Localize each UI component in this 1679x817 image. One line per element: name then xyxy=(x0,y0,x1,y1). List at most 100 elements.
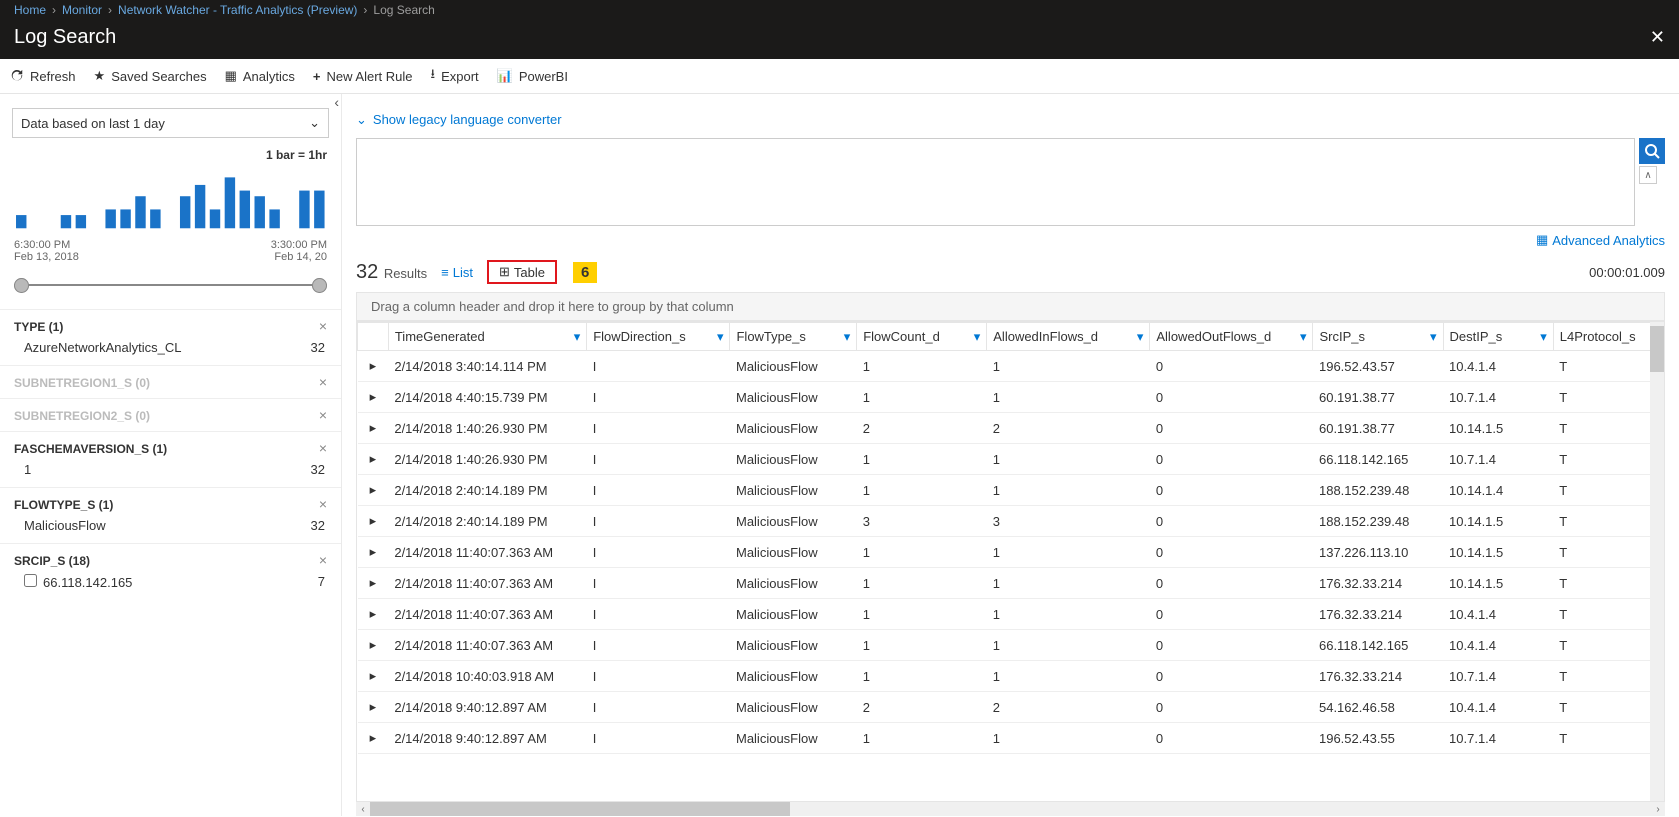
expand-row-icon[interactable]: ▸ xyxy=(358,413,389,444)
cell: 2/14/2018 2:40:14.189 PM xyxy=(388,475,586,506)
table-view-button[interactable]: ⊞ Table xyxy=(487,260,557,284)
legacy-converter-link[interactable]: ⌄ Show legacy language converter xyxy=(342,94,572,138)
table-row[interactable]: ▸2/14/2018 2:40:14.189 PMIMaliciousFlow3… xyxy=(358,506,1664,537)
remove-facet-icon[interactable]: × xyxy=(319,440,327,456)
analytics-button[interactable]: ▦ Analytics xyxy=(225,68,295,84)
filter-icon[interactable]: ▾ xyxy=(974,329,981,345)
crumb-monitor[interactable]: Monitor xyxy=(62,3,102,17)
expand-row-icon[interactable]: ▸ xyxy=(358,661,389,692)
saved-searches-button[interactable]: ★ Saved Searches xyxy=(94,68,207,84)
cell: 3 xyxy=(857,506,987,537)
refresh-button[interactable]: Refresh xyxy=(10,69,76,84)
cell: 1 xyxy=(987,661,1150,692)
facet-item[interactable]: 132 xyxy=(14,456,327,479)
query-input[interactable] xyxy=(356,138,1635,226)
crumb-watcher[interactable]: Network Watcher - Traffic Analytics (Pre… xyxy=(118,3,357,17)
vertical-scrollbar[interactable] xyxy=(1650,322,1664,801)
cell: I xyxy=(587,692,730,723)
filter-icon[interactable]: ▾ xyxy=(574,329,581,345)
cell: 54.162.46.58 xyxy=(1313,692,1443,723)
table-row[interactable]: ▸2/14/2018 11:40:07.363 AMIMaliciousFlow… xyxy=(358,537,1664,568)
filter-icon[interactable]: ▾ xyxy=(1300,329,1307,345)
facet-item[interactable]: AzureNetworkAnalytics_CL32 xyxy=(14,334,327,357)
cell: T xyxy=(1553,444,1663,475)
remove-facet-icon[interactable]: × xyxy=(319,318,327,334)
scroll-right-icon[interactable]: › xyxy=(1651,802,1665,816)
remove-facet-icon[interactable]: × xyxy=(319,496,327,512)
table-row[interactable]: ▸2/14/2018 1:40:26.930 PMIMaliciousFlow1… xyxy=(358,444,1664,475)
table-row[interactable]: ▸2/14/2018 11:40:07.363 AMIMaliciousFlow… xyxy=(358,599,1664,630)
cell: 10.14.1.5 xyxy=(1443,568,1553,599)
expand-row-icon[interactable]: ▸ xyxy=(358,692,389,723)
column-L4Protocol_s[interactable]: L4Protocol_s▾ xyxy=(1553,323,1663,351)
filter-icon[interactable]: ▾ xyxy=(1430,329,1437,345)
slider-handle-start[interactable] xyxy=(14,278,29,293)
expand-row-icon[interactable]: ▸ xyxy=(358,723,389,754)
column-AllowedInFlows_d[interactable]: AllowedInFlows_d▾ xyxy=(987,323,1150,351)
filter-icon[interactable]: ▾ xyxy=(717,329,724,345)
expand-row-icon[interactable]: ▸ xyxy=(358,382,389,413)
expand-row-icon[interactable]: ▸ xyxy=(358,444,389,475)
column-FlowCount_d[interactable]: FlowCount_d▾ xyxy=(857,323,987,351)
cell: 10.7.1.4 xyxy=(1443,723,1553,754)
table-row[interactable]: ▸2/14/2018 9:40:12.897 AMIMaliciousFlow2… xyxy=(358,692,1664,723)
table-row[interactable]: ▸2/14/2018 1:40:26.930 PMIMaliciousFlow2… xyxy=(358,413,1664,444)
cell: 2/14/2018 11:40:07.363 AM xyxy=(388,568,586,599)
column-TimeGenerated[interactable]: TimeGenerated▾ xyxy=(388,323,586,351)
time-slider[interactable] xyxy=(14,275,327,295)
group-by-dropzone[interactable]: Drag a column header and drop it here to… xyxy=(356,292,1665,321)
table-row[interactable]: ▸2/14/2018 2:40:14.189 PMIMaliciousFlow1… xyxy=(358,475,1664,506)
expand-row-icon[interactable]: ▸ xyxy=(358,537,389,568)
cell: 1 xyxy=(857,537,987,568)
histogram-chart[interactable] xyxy=(0,162,341,237)
expand-row-icon[interactable]: ▸ xyxy=(358,351,389,382)
expand-row-icon[interactable]: ▸ xyxy=(358,599,389,630)
column-DestIP_s[interactable]: DestIP_s▾ xyxy=(1443,323,1553,351)
column-AllowedOutFlows_d[interactable]: AllowedOutFlows_d▾ xyxy=(1150,323,1313,351)
export-button[interactable]: ⭳ Export xyxy=(431,65,479,87)
table-row[interactable]: ▸2/14/2018 3:40:14.114 PMIMaliciousFlow1… xyxy=(358,351,1664,382)
list-view-button[interactable]: ≡ List xyxy=(441,265,473,280)
time-range-dropdown[interactable]: Data based on last 1 day ⌄ xyxy=(12,108,329,138)
cell: T xyxy=(1553,506,1663,537)
facet-item[interactable]: MaliciousFlow32 xyxy=(14,512,327,535)
column-FlowDirection_s[interactable]: FlowDirection_s▾ xyxy=(587,323,730,351)
cell: 10.7.1.4 xyxy=(1443,661,1553,692)
expand-row-icon[interactable]: ▸ xyxy=(358,475,389,506)
cell: 1 xyxy=(987,537,1150,568)
slider-handle-end[interactable] xyxy=(312,278,327,293)
collapse-sidebar-icon[interactable]: ‹ xyxy=(334,94,339,110)
cell: 10.7.1.4 xyxy=(1443,444,1553,475)
powerbi-button[interactable]: 📊 PowerBI xyxy=(497,68,568,84)
scroll-left-icon[interactable]: ‹ xyxy=(356,802,370,816)
facet-item[interactable]: 66.118.142.1657 xyxy=(14,568,327,592)
table-row[interactable]: ▸2/14/2018 11:40:07.363 AMIMaliciousFlow… xyxy=(358,568,1664,599)
table-row[interactable]: ▸2/14/2018 11:40:07.363 AMIMaliciousFlow… xyxy=(358,630,1664,661)
cell: MaliciousFlow xyxy=(730,568,857,599)
table-row[interactable]: ▸2/14/2018 4:40:15.739 PMIMaliciousFlow1… xyxy=(358,382,1664,413)
close-icon[interactable]: ✕ xyxy=(1650,27,1665,48)
column-FlowType_s[interactable]: FlowType_s▾ xyxy=(730,323,857,351)
new-alert-button[interactable]: + New Alert Rule xyxy=(313,69,413,84)
search-button[interactable] xyxy=(1639,138,1665,164)
table-row[interactable]: ▸2/14/2018 10:40:03.918 AMIMaliciousFlow… xyxy=(358,661,1664,692)
crumb-home[interactable]: Home xyxy=(14,3,46,17)
remove-facet-icon[interactable]: × xyxy=(319,407,327,423)
remove-facet-icon[interactable]: × xyxy=(319,552,327,568)
filter-icon[interactable]: ▾ xyxy=(1137,329,1144,345)
cell: 0 xyxy=(1150,723,1313,754)
expand-row-icon[interactable]: ▸ xyxy=(358,506,389,537)
filter-icon[interactable]: ▾ xyxy=(844,329,851,345)
cell: T xyxy=(1553,568,1663,599)
table-row[interactable]: ▸2/14/2018 9:40:12.897 AMIMaliciousFlow1… xyxy=(358,723,1664,754)
horizontal-scrollbar[interactable]: ‹ › xyxy=(356,802,1665,816)
expand-row-icon[interactable]: ▸ xyxy=(358,568,389,599)
advanced-analytics-link[interactable]: ▦ Advanced Analytics xyxy=(1536,232,1665,248)
facet-checkbox[interactable] xyxy=(24,574,37,587)
remove-facet-icon[interactable]: × xyxy=(319,374,327,390)
filter-icon[interactable]: ▾ xyxy=(1540,329,1547,345)
column-SrcIP_s[interactable]: SrcIP_s▾ xyxy=(1313,323,1443,351)
scroll-up-icon[interactable]: ∧ xyxy=(1639,166,1657,184)
expand-row-icon[interactable]: ▸ xyxy=(358,630,389,661)
cell: T xyxy=(1553,723,1663,754)
